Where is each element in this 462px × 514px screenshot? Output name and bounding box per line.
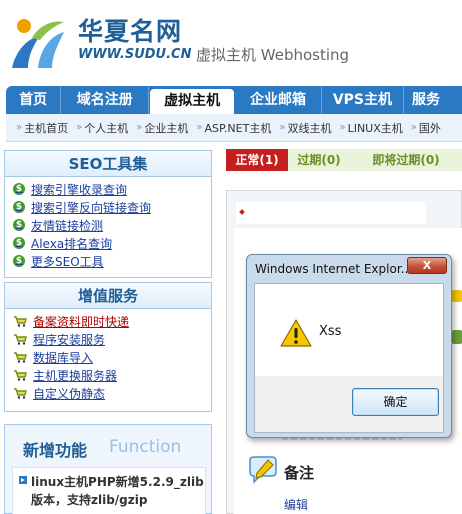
service-label: 备案资料即时快递 bbox=[33, 314, 130, 329]
dialog-titlebar[interactable]: Windows Internet Explor... X bbox=[247, 255, 451, 281]
nav-item-mail[interactable]: 企业邮箱 bbox=[235, 86, 322, 114]
dollar-icon: $ bbox=[13, 219, 25, 231]
service-link[interactable]: 备案资料即时快递 bbox=[13, 312, 211, 330]
tab-normal[interactable]: 正常(1) bbox=[226, 149, 288, 171]
sub-nav-label: 双线主机 bbox=[287, 121, 332, 135]
content-header-strip bbox=[236, 202, 426, 224]
status-tabs: 正常(1) 过期(0) 即将过期(0) bbox=[226, 149, 462, 171]
brand-name: 华夏名网 bbox=[78, 17, 183, 46]
header-tagline: 虚拟主机 Webhosting bbox=[196, 46, 350, 64]
sub-nav-item[interactable]: » 双线主机 bbox=[279, 120, 331, 136]
service-link[interactable]: 程序安装服务 bbox=[13, 330, 211, 348]
sub-nav: » 主机首页 » 个人主机 » 企业主机 » ASP.NET主机 » 双线主机 » LINU… bbox=[6, 114, 462, 142]
bullet-icon bbox=[19, 476, 27, 484]
chevron-right-icon: » bbox=[196, 122, 203, 133]
seo-tools-title: SEO工具集 bbox=[5, 151, 211, 177]
chevron-right-icon: » bbox=[76, 122, 83, 133]
cart-icon bbox=[14, 334, 27, 345]
nav-item-home[interactable]: 首页 bbox=[6, 86, 62, 114]
sub-nav-item[interactable]: » 主机首页 bbox=[16, 120, 68, 136]
close-button[interactable]: X bbox=[407, 257, 447, 274]
service-link[interactable]: 自定义伪静态 bbox=[13, 384, 211, 402]
new-features-list: linux主机PHP新增5.2.9_zlib版本，支持zlib/gzip bbox=[12, 467, 206, 514]
edge-icon bbox=[452, 290, 462, 302]
logo-icon bbox=[12, 19, 64, 68]
sub-nav-item[interactable]: » 企业主机 bbox=[136, 120, 188, 136]
sub-nav-item[interactable]: » 国外 bbox=[411, 120, 441, 136]
sub-nav-label: LINUX主机 bbox=[347, 121, 403, 135]
cart-icon bbox=[14, 370, 27, 381]
sub-nav-item[interactable]: » 个人主机 bbox=[76, 120, 128, 136]
service-label: 自定义伪静态 bbox=[33, 386, 106, 401]
sub-nav-label: 国外 bbox=[418, 121, 441, 135]
service-link[interactable]: 数据库导入 bbox=[13, 348, 211, 366]
sub-nav-item[interactable]: » LINUX主机 bbox=[339, 120, 402, 136]
seo-tool-label: Alexa排名查询 bbox=[31, 236, 113, 251]
service-link[interactable]: 主机更换服务器 bbox=[13, 366, 211, 384]
tab-expired[interactable]: 过期(0) bbox=[288, 149, 350, 171]
seo-tool-link[interactable]: $ 搜索引擎收录查询 bbox=[13, 180, 211, 198]
dollar-icon: $ bbox=[13, 255, 25, 267]
value-added-services-box: 增值服务 备案资料即时快递 程序安装服务 数据库导入 主机更换服务器 自定义伪静… bbox=[4, 282, 212, 412]
site-header: 华夏名网 WWW.SUDU.CN 虚拟主机 Webhosting bbox=[0, 0, 462, 82]
seo-tool-link[interactable]: $ 搜索引擎反向链接查询 bbox=[13, 198, 211, 216]
chevron-right-icon: » bbox=[410, 122, 417, 133]
service-label: 程序安装服务 bbox=[33, 332, 106, 347]
note-label: 备注 bbox=[284, 464, 315, 482]
service-label: 数据库导入 bbox=[33, 350, 94, 365]
seo-tool-label: 搜索引擎收录查询 bbox=[31, 182, 128, 197]
nav-item-domain[interactable]: 域名注册 bbox=[61, 86, 150, 114]
service-label: 主机更换服务器 bbox=[33, 368, 118, 383]
dollar-icon: $ bbox=[13, 201, 25, 213]
edit-link[interactable]: 编辑 bbox=[284, 496, 308, 513]
cart-icon bbox=[14, 316, 27, 327]
sub-nav-label: ASP.NET主机 bbox=[204, 121, 272, 135]
dollar-icon: $ bbox=[13, 183, 25, 195]
seo-tool-label: 搜索引擎反向链接查询 bbox=[31, 200, 152, 215]
sub-nav-label: 企业主机 bbox=[144, 121, 189, 135]
tab-expiring[interactable]: 即将过期(0) bbox=[350, 149, 462, 171]
note-icon bbox=[249, 456, 277, 484]
nav-item-service[interactable]: 服务 bbox=[404, 86, 462, 114]
cart-icon bbox=[14, 352, 27, 363]
alert-dialog: Windows Internet Explor... X Xss 确定 bbox=[246, 254, 452, 438]
sub-nav-label: 主机首页 bbox=[24, 121, 69, 135]
new-features-title: 新增功能 bbox=[23, 441, 88, 460]
nav-item-hosting[interactable]: 虚拟主机 bbox=[149, 88, 236, 114]
value-added-services-title: 增值服务 bbox=[5, 283, 211, 309]
cart-icon bbox=[14, 388, 27, 399]
dialog-message: Xss bbox=[319, 324, 342, 339]
dollar-icon: $ bbox=[13, 237, 25, 249]
brand-url: WWW.SUDU.CN bbox=[78, 47, 192, 62]
new-features-title-en: Function bbox=[109, 437, 182, 457]
seo-tool-label: 更多SEO工具 bbox=[31, 254, 104, 269]
warning-icon bbox=[280, 319, 312, 347]
dialog-message-area: Xss bbox=[255, 284, 443, 376]
dialog-body: Xss 确定 bbox=[254, 283, 444, 433]
seo-tool-link[interactable]: $ 友情链接检测 bbox=[13, 216, 211, 234]
chevron-right-icon: » bbox=[136, 122, 143, 133]
nav-item-vps[interactable]: VPS主机 bbox=[322, 86, 404, 114]
chevron-right-icon: » bbox=[16, 122, 23, 133]
chevron-right-icon: » bbox=[339, 122, 346, 133]
chevron-right-icon: » bbox=[279, 122, 286, 133]
main-nav: 首页 域名注册 虚拟主机 企业邮箱 VPS主机 服务 bbox=[6, 86, 462, 114]
new-features-box: 新增功能 Function linux主机PHP新增5.2.9_zlib版本，支… bbox=[4, 424, 212, 514]
ok-button[interactable]: 确定 bbox=[352, 388, 439, 416]
new-feature-item[interactable]: linux主机PHP新增5.2.9_zlib版本，支持zlib/gzip bbox=[31, 473, 207, 509]
sub-nav-item[interactable]: » ASP.NET主机 bbox=[196, 120, 271, 136]
seo-tools-box: SEO工具集 $ 搜索引擎收录查询 $ 搜索引擎反向链接查询 $ 友情链接检测 $ Al… bbox=[4, 150, 212, 278]
seo-tool-link[interactable]: $ Alexa排名查询 bbox=[13, 234, 211, 252]
seo-tool-link[interactable]: $ 更多SEO工具 bbox=[13, 252, 211, 270]
dialog-title: Windows Internet Explor... bbox=[255, 262, 407, 276]
seo-tool-label: 友情链接检测 bbox=[31, 218, 104, 233]
edge-icon bbox=[452, 330, 462, 344]
sub-nav-label: 个人主机 bbox=[84, 121, 129, 135]
